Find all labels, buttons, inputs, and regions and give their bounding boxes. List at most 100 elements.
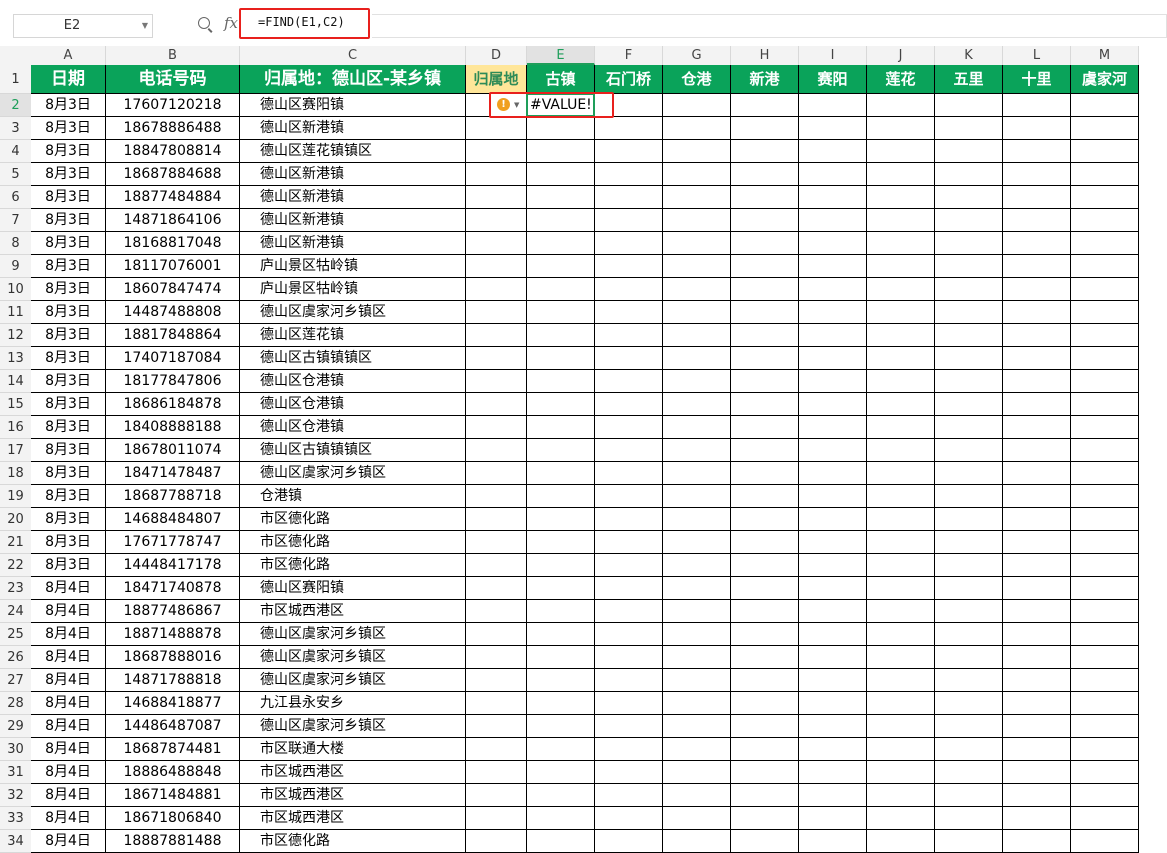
- cell-e12[interactable]: [527, 324, 595, 347]
- cell-f13[interactable]: [595, 347, 663, 370]
- cell-g32[interactable]: [663, 784, 731, 807]
- cell-l30[interactable]: [1003, 738, 1071, 761]
- cell-d33[interactable]: [466, 807, 527, 830]
- row-header-11[interactable]: 11: [0, 301, 31, 324]
- cell-l9[interactable]: [1003, 255, 1071, 278]
- cell-j30[interactable]: [867, 738, 935, 761]
- phone-cell[interactable]: 18887881488: [106, 830, 240, 853]
- cell-l2[interactable]: [1003, 94, 1071, 117]
- cell-f18[interactable]: [595, 462, 663, 485]
- row-header-34[interactable]: 34: [0, 830, 31, 853]
- cell-m11[interactable]: [1071, 301, 1139, 324]
- cell-h13[interactable]: [731, 347, 799, 370]
- cell-e19[interactable]: [527, 485, 595, 508]
- cell-e16[interactable]: [527, 416, 595, 439]
- place-cell[interactable]: 德山区赛阳镇: [240, 577, 466, 600]
- cell-m24[interactable]: [1071, 600, 1139, 623]
- cell-l31[interactable]: [1003, 761, 1071, 784]
- cell-l33[interactable]: [1003, 807, 1071, 830]
- cell-e24[interactable]: [527, 600, 595, 623]
- cell-i31[interactable]: [799, 761, 867, 784]
- date-cell[interactable]: 8月3日: [31, 301, 106, 324]
- cell-g5[interactable]: [663, 163, 731, 186]
- date-cell[interactable]: 8月3日: [31, 485, 106, 508]
- phone-cell[interactable]: 14487488808: [106, 301, 240, 324]
- cell-i32[interactable]: [799, 784, 867, 807]
- header-cell-a[interactable]: 日期: [31, 65, 106, 94]
- phone-cell[interactable]: 18877486867: [106, 600, 240, 623]
- date-cell[interactable]: 8月4日: [31, 600, 106, 623]
- cell-d14[interactable]: [466, 370, 527, 393]
- cell-l10[interactable]: [1003, 278, 1071, 301]
- cell-f27[interactable]: [595, 669, 663, 692]
- phone-cell[interactable]: 18687888016: [106, 646, 240, 669]
- phone-cell[interactable]: 18678886488: [106, 117, 240, 140]
- cell-i29[interactable]: [799, 715, 867, 738]
- cell-h8[interactable]: [731, 232, 799, 255]
- place-cell[interactable]: 市区城西港区: [240, 600, 466, 623]
- cell-j9[interactable]: [867, 255, 935, 278]
- date-cell[interactable]: 8月3日: [31, 416, 106, 439]
- cell-h32[interactable]: [731, 784, 799, 807]
- phone-cell[interactable]: 18687874481: [106, 738, 240, 761]
- place-cell[interactable]: 庐山景区牯岭镇: [240, 278, 466, 301]
- cell-i5[interactable]: [799, 163, 867, 186]
- cell-k19[interactable]: [935, 485, 1003, 508]
- cell-k29[interactable]: [935, 715, 1003, 738]
- cell-k24[interactable]: [935, 600, 1003, 623]
- cell-i20[interactable]: [799, 508, 867, 531]
- cell-f26[interactable]: [595, 646, 663, 669]
- place-cell[interactable]: 市区德化路: [240, 531, 466, 554]
- cell-g19[interactable]: [663, 485, 731, 508]
- cell-g2[interactable]: [663, 94, 731, 117]
- row-header-18[interactable]: 18: [0, 462, 31, 485]
- cell-f30[interactable]: [595, 738, 663, 761]
- date-cell[interactable]: 8月4日: [31, 646, 106, 669]
- cell-l34[interactable]: [1003, 830, 1071, 853]
- phone-cell[interactable]: 14871788818: [106, 669, 240, 692]
- cell-h6[interactable]: [731, 186, 799, 209]
- phone-cell[interactable]: 14688484807: [106, 508, 240, 531]
- cell-h23[interactable]: [731, 577, 799, 600]
- row-header-17[interactable]: 17: [0, 439, 31, 462]
- header-cell-k[interactable]: 五里: [935, 65, 1003, 94]
- cell-d26[interactable]: [466, 646, 527, 669]
- cell-e31[interactable]: [527, 761, 595, 784]
- cell-k7[interactable]: [935, 209, 1003, 232]
- cell-g24[interactable]: [663, 600, 731, 623]
- phone-cell[interactable]: 17671778747: [106, 531, 240, 554]
- cell-k12[interactable]: [935, 324, 1003, 347]
- cell-h26[interactable]: [731, 646, 799, 669]
- row-header-15[interactable]: 15: [0, 393, 31, 416]
- cell-g10[interactable]: [663, 278, 731, 301]
- phone-cell[interactable]: 18678011074: [106, 439, 240, 462]
- row-header-30[interactable]: 30: [0, 738, 31, 761]
- cell-k30[interactable]: [935, 738, 1003, 761]
- cell-d28[interactable]: [466, 692, 527, 715]
- column-header-l[interactable]: L: [1003, 46, 1071, 65]
- cell-e29[interactable]: [527, 715, 595, 738]
- chevron-down-icon[interactable]: ▼: [142, 15, 148, 37]
- phone-cell[interactable]: 18886488848: [106, 761, 240, 784]
- place-cell[interactable]: 德山区虞家河乡镇区: [240, 462, 466, 485]
- cell-m30[interactable]: [1071, 738, 1139, 761]
- cell-j20[interactable]: [867, 508, 935, 531]
- fx-icon[interactable]: fx: [224, 14, 238, 32]
- cell-k4[interactable]: [935, 140, 1003, 163]
- row-header-6[interactable]: 6: [0, 186, 31, 209]
- cell-m9[interactable]: [1071, 255, 1139, 278]
- row-header-19[interactable]: 19: [0, 485, 31, 508]
- cell-d20[interactable]: [466, 508, 527, 531]
- cell-h28[interactable]: [731, 692, 799, 715]
- cell-l12[interactable]: [1003, 324, 1071, 347]
- cell-g23[interactable]: [663, 577, 731, 600]
- cell-j24[interactable]: [867, 600, 935, 623]
- date-cell[interactable]: 8月4日: [31, 577, 106, 600]
- place-cell[interactable]: 德山区莲花镇: [240, 324, 466, 347]
- cell-m13[interactable]: [1071, 347, 1139, 370]
- cell-e11[interactable]: [527, 301, 595, 324]
- place-cell[interactable]: 德山区莲花镇镇区: [240, 140, 466, 163]
- cell-e28[interactable]: [527, 692, 595, 715]
- row-header-20[interactable]: 20: [0, 508, 31, 531]
- cell-m7[interactable]: [1071, 209, 1139, 232]
